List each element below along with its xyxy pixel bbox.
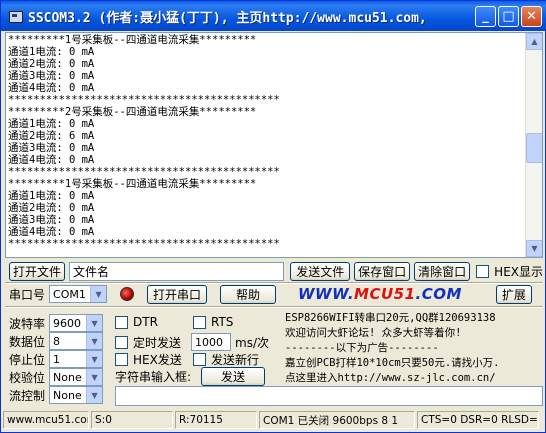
- output-line: *********1号采集板--四通道电流采集*********: [8, 178, 257, 190]
- close-icon: ✕: [526, 9, 537, 24]
- send-button[interactable]: 发送: [201, 367, 266, 386]
- port-value: COM1: [53, 287, 86, 301]
- chevron-down-icon: ▼: [86, 387, 103, 403]
- send-newline-checkbox[interactable]: [193, 353, 206, 366]
- open-port-button[interactable]: 打开串口: [147, 284, 208, 304]
- output-scrollbar[interactable]: ▲ ▼: [525, 33, 542, 257]
- ad-line: 点这里进入http://www.sz-jlc.com.cn/: [285, 372, 496, 384]
- output-line: 通道3电流: 0 mA: [8, 214, 95, 226]
- clear-window-button[interactable]: 清除窗口: [414, 261, 471, 281]
- interval-unit: ms/次: [235, 335, 270, 350]
- divider: [5, 306, 543, 308]
- output-line: 通道4电流: 0 mA: [8, 154, 95, 166]
- timed-send-checkbox[interactable]: [115, 335, 128, 349]
- output-line: *********1号采集板--四通道电流采集*********: [8, 34, 257, 46]
- timed-send-label: 定时发送: [133, 335, 182, 350]
- send-newline-label: 发送新行: [211, 353, 260, 367]
- port-label: 串口号: [9, 287, 46, 302]
- output-line: 通道2电流: 0 mA: [8, 58, 95, 70]
- window-title: SSCOM3.2 (作者:聂小猛(丁丁), 主页http://www.mcu51…: [28, 10, 427, 26]
- dtr-label: DTR: [133, 315, 158, 329]
- chevron-down-icon: ▼: [86, 369, 103, 385]
- chevron-down-icon: ▼: [86, 315, 103, 331]
- port-status-led-icon: [120, 287, 135, 301]
- maximize-icon: □: [502, 9, 515, 24]
- status-sent-count: S:0: [91, 411, 173, 429]
- databits-label: 数据位: [9, 334, 46, 349]
- interval-input[interactable]: 1000: [191, 333, 232, 351]
- output-line: 通道2电流: 0 mA: [8, 202, 95, 214]
- output-line: 通道4电流: 0 mA: [8, 82, 95, 94]
- parity-select[interactable]: None ▼: [49, 368, 104, 386]
- output-line: ****************************************…: [8, 166, 280, 178]
- hex-display-checkbox[interactable]: [476, 264, 490, 278]
- hex-display-label: HEX显示: [494, 264, 543, 279]
- send-file-button[interactable]: 发送文件: [290, 261, 351, 281]
- title-bar: SSCOM3.2 (作者:聂小猛(丁丁), 主页http://www.mcu51…: [1, 1, 546, 31]
- output-line: 通道3电流: 0 mA: [8, 142, 95, 154]
- filename-input[interactable]: 文件名: [69, 261, 285, 281]
- save-window-button[interactable]: 保存窗口: [354, 261, 411, 281]
- rts-checkbox[interactable]: [193, 315, 206, 329]
- ad-line: 欢迎访问大虾论坛! 众多大虾等着你!: [285, 327, 462, 339]
- output-line: 通道2电流: 6 mA: [8, 130, 95, 142]
- ad-line: ESP8266WIFI转串口20元,QQ群120693138: [285, 312, 496, 324]
- status-signals: CTS=0 DSR=0 RLSD=0: [417, 411, 539, 429]
- scroll-thumb[interactable]: [526, 133, 542, 163]
- output-line: 通道1电流: 0 mA: [8, 46, 95, 58]
- flow-label: 流控制: [9, 388, 46, 403]
- dtr-checkbox[interactable]: [115, 315, 128, 329]
- chevron-down-icon: ▼: [86, 351, 103, 367]
- maximize-button[interactable]: □: [498, 6, 519, 27]
- status-port-state: COM1 已关闭 9600bps 8 1: [259, 411, 415, 429]
- help-button[interactable]: 帮助: [220, 284, 277, 304]
- output-line: 通道3电流: 0 mA: [8, 70, 95, 82]
- port-select[interactable]: COM1 ▼: [49, 285, 108, 303]
- minimize-icon: _: [482, 9, 489, 24]
- receive-text: *********1号采集板--四通道电流采集********* 通道1电流: 0…: [8, 34, 524, 250]
- baud-label: 波特率: [9, 316, 46, 331]
- output-line: 通道1电流: 0 mA: [8, 190, 95, 202]
- scroll-down-arrow-icon[interactable]: ▼: [526, 240, 542, 257]
- advertisement-text[interactable]: ESP8266WIFI转串口20元,QQ群120693138 欢迎访问大虾论坛! …: [285, 311, 539, 386]
- output-line: *********2号采集板--四通道电流采集*********: [8, 106, 257, 118]
- databits-select[interactable]: 8 ▼: [49, 332, 104, 350]
- output-line: ****************************************…: [8, 238, 280, 250]
- stopbits-select[interactable]: 1 ▼: [49, 350, 104, 368]
- mcu51-logo[interactable]: WWW.MCU51.COM: [298, 285, 462, 303]
- stopbits-label: 停止位: [9, 352, 46, 367]
- baud-select[interactable]: 9600 ▼: [49, 314, 104, 332]
- parity-label: 校验位: [9, 370, 46, 385]
- expand-button[interactable]: 扩展: [495, 284, 532, 304]
- open-file-button[interactable]: 打开文件: [9, 261, 65, 281]
- rts-label: RTS: [211, 315, 234, 329]
- flow-select[interactable]: None ▼: [49, 386, 104, 404]
- close-button[interactable]: ✕: [521, 6, 542, 27]
- receive-output[interactable]: *********1号采集板--四通道电流采集********* 通道1电流: 0…: [5, 32, 543, 258]
- ad-line: 嘉立创PCB打样10*10cm只要50元.请找小万.: [285, 357, 500, 369]
- hex-send-label: HEX发送: [133, 353, 182, 367]
- status-received-count: R:70115: [175, 411, 257, 429]
- output-line: 通道1电流: 0 mA: [8, 118, 95, 130]
- minimize-button[interactable]: _: [475, 6, 496, 27]
- ad-line: --------以下为广告--------: [285, 342, 439, 354]
- output-line: ****************************************…: [8, 94, 280, 106]
- input-label: 字符串输入框:: [115, 370, 192, 384]
- chevron-down-icon: ▼: [90, 286, 107, 302]
- status-site[interactable]: www.mcu51.com: [3, 411, 89, 429]
- status-bar: www.mcu51.com S:0 R:70115 COM1 已关闭 9600b…: [3, 410, 543, 430]
- send-string-input[interactable]: [115, 386, 543, 406]
- app-window: SSCOM3.2 (作者:聂小猛(丁丁), 主页http://www.mcu51…: [0, 0, 546, 433]
- output-line: 通道4电流: 0 mA: [8, 226, 95, 238]
- scroll-up-arrow-icon[interactable]: ▲: [526, 33, 542, 50]
- app-icon[interactable]: [7, 8, 23, 24]
- hex-send-checkbox[interactable]: [115, 353, 128, 366]
- chevron-down-icon: ▼: [86, 333, 103, 349]
